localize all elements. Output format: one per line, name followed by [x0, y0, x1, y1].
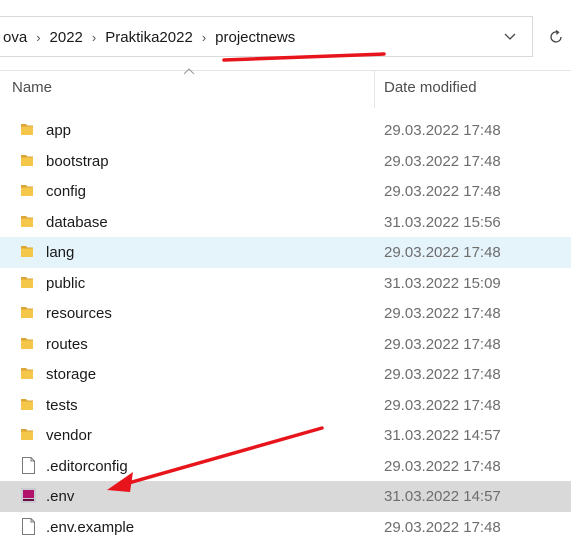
breadcrumb: ova › 2022 › Praktika2022 › projectnews — [0, 26, 298, 48]
file-row[interactable]: bootstrap 29.03.2022 17:48 — [0, 146, 571, 177]
file-row[interactable]: .env.example 29.03.2022 17:48 — [0, 512, 571, 542]
file-name: resources — [46, 305, 112, 322]
folder-icon — [20, 152, 37, 169]
file-name: storage — [46, 366, 96, 383]
folder-icon — [20, 335, 37, 352]
file-date: 31.03.2022 15:56 — [384, 214, 501, 231]
file-date: 29.03.2022 17:48 — [384, 244, 501, 261]
file-date: 29.03.2022 17:48 — [384, 336, 501, 353]
file-name: tests — [46, 397, 78, 414]
refresh-icon[interactable] — [545, 26, 567, 48]
file-date: 29.03.2022 17:48 — [384, 397, 501, 414]
address-bar[interactable]: ova › 2022 › Praktika2022 › projectnews — [0, 0, 571, 71]
file-name: .env — [46, 488, 74, 505]
file-date: 29.03.2022 17:48 — [384, 366, 501, 383]
file-row[interactable]: app 29.03.2022 17:48 — [0, 115, 571, 146]
column-header: Name Date modified — [0, 70, 571, 108]
folder-icon — [20, 274, 37, 291]
sort-up-icon[interactable] — [183, 66, 195, 78]
file-date: 29.03.2022 17:48 — [384, 122, 501, 139]
file-row[interactable]: .editorconfig 29.03.2022 17:48 — [0, 451, 571, 482]
file-row[interactable]: config 29.03.2022 17:48 — [0, 176, 571, 207]
folder-icon — [20, 182, 37, 199]
file-icon — [20, 518, 37, 535]
breadcrumb-item[interactable]: ova — [0, 29, 30, 46]
file-name: bootstrap — [46, 153, 109, 170]
file-name: public — [46, 275, 85, 292]
chevron-right-icon[interactable]: › — [30, 30, 46, 45]
file-date: 31.03.2022 14:57 — [384, 488, 501, 505]
file-row[interactable]: storage 29.03.2022 17:48 — [0, 359, 571, 390]
file-date: 31.03.2022 15:09 — [384, 275, 501, 292]
file-icon — [20, 457, 37, 474]
chevron-right-icon[interactable]: › — [196, 30, 212, 45]
column-name[interactable]: Name — [12, 79, 52, 96]
folder-icon — [20, 121, 37, 138]
breadcrumb-item[interactable]: Praktika2022 — [102, 29, 196, 46]
file-date: 29.03.2022 17:48 — [384, 305, 501, 322]
file-name: database — [46, 214, 108, 231]
file-name: lang — [46, 244, 74, 261]
file-row[interactable]: public 31.03.2022 15:09 — [0, 268, 571, 299]
file-name: .editorconfig — [46, 458, 128, 475]
file-row[interactable]: lang 29.03.2022 17:48 — [0, 237, 571, 268]
file-list: app 29.03.2022 17:48 bootstrap 29.03.2022 1… — [0, 115, 571, 542]
file-name: vendor — [46, 427, 92, 444]
file-date: 29.03.2022 17:48 — [384, 153, 501, 170]
file-name: routes — [46, 336, 88, 353]
column-divider[interactable] — [374, 70, 375, 108]
file-row[interactable]: resources 29.03.2022 17:48 — [0, 298, 571, 329]
folder-icon — [20, 304, 37, 321]
env-file-icon — [20, 487, 37, 504]
file-date: 29.03.2022 17:48 — [384, 519, 501, 536]
file-date: 31.03.2022 14:57 — [384, 427, 501, 444]
file-row[interactable]: routes 29.03.2022 17:48 — [0, 329, 571, 360]
file-name: app — [46, 122, 71, 139]
folder-icon — [20, 365, 37, 382]
folder-icon — [20, 243, 37, 260]
breadcrumb-item[interactable]: 2022 — [47, 29, 86, 46]
folder-icon — [20, 426, 37, 443]
file-date: 29.03.2022 17:48 — [384, 458, 501, 475]
file-name: .env.example — [46, 519, 134, 536]
folder-icon — [20, 396, 37, 413]
breadcrumb-item[interactable]: projectnews — [212, 29, 298, 46]
file-row[interactable]: vendor 31.03.2022 14:57 — [0, 420, 571, 451]
chevron-right-icon[interactable]: › — [86, 30, 102, 45]
file-row[interactable]: tests 29.03.2022 17:48 — [0, 390, 571, 421]
file-name: config — [46, 183, 86, 200]
file-date: 29.03.2022 17:48 — [384, 183, 501, 200]
file-row[interactable]: database 31.03.2022 15:56 — [0, 207, 571, 238]
chevron-down-icon[interactable] — [500, 28, 520, 46]
column-date-modified[interactable]: Date modified — [384, 79, 477, 96]
folder-icon — [20, 213, 37, 230]
file-row[interactable]: .env 31.03.2022 14:57 — [0, 481, 571, 512]
